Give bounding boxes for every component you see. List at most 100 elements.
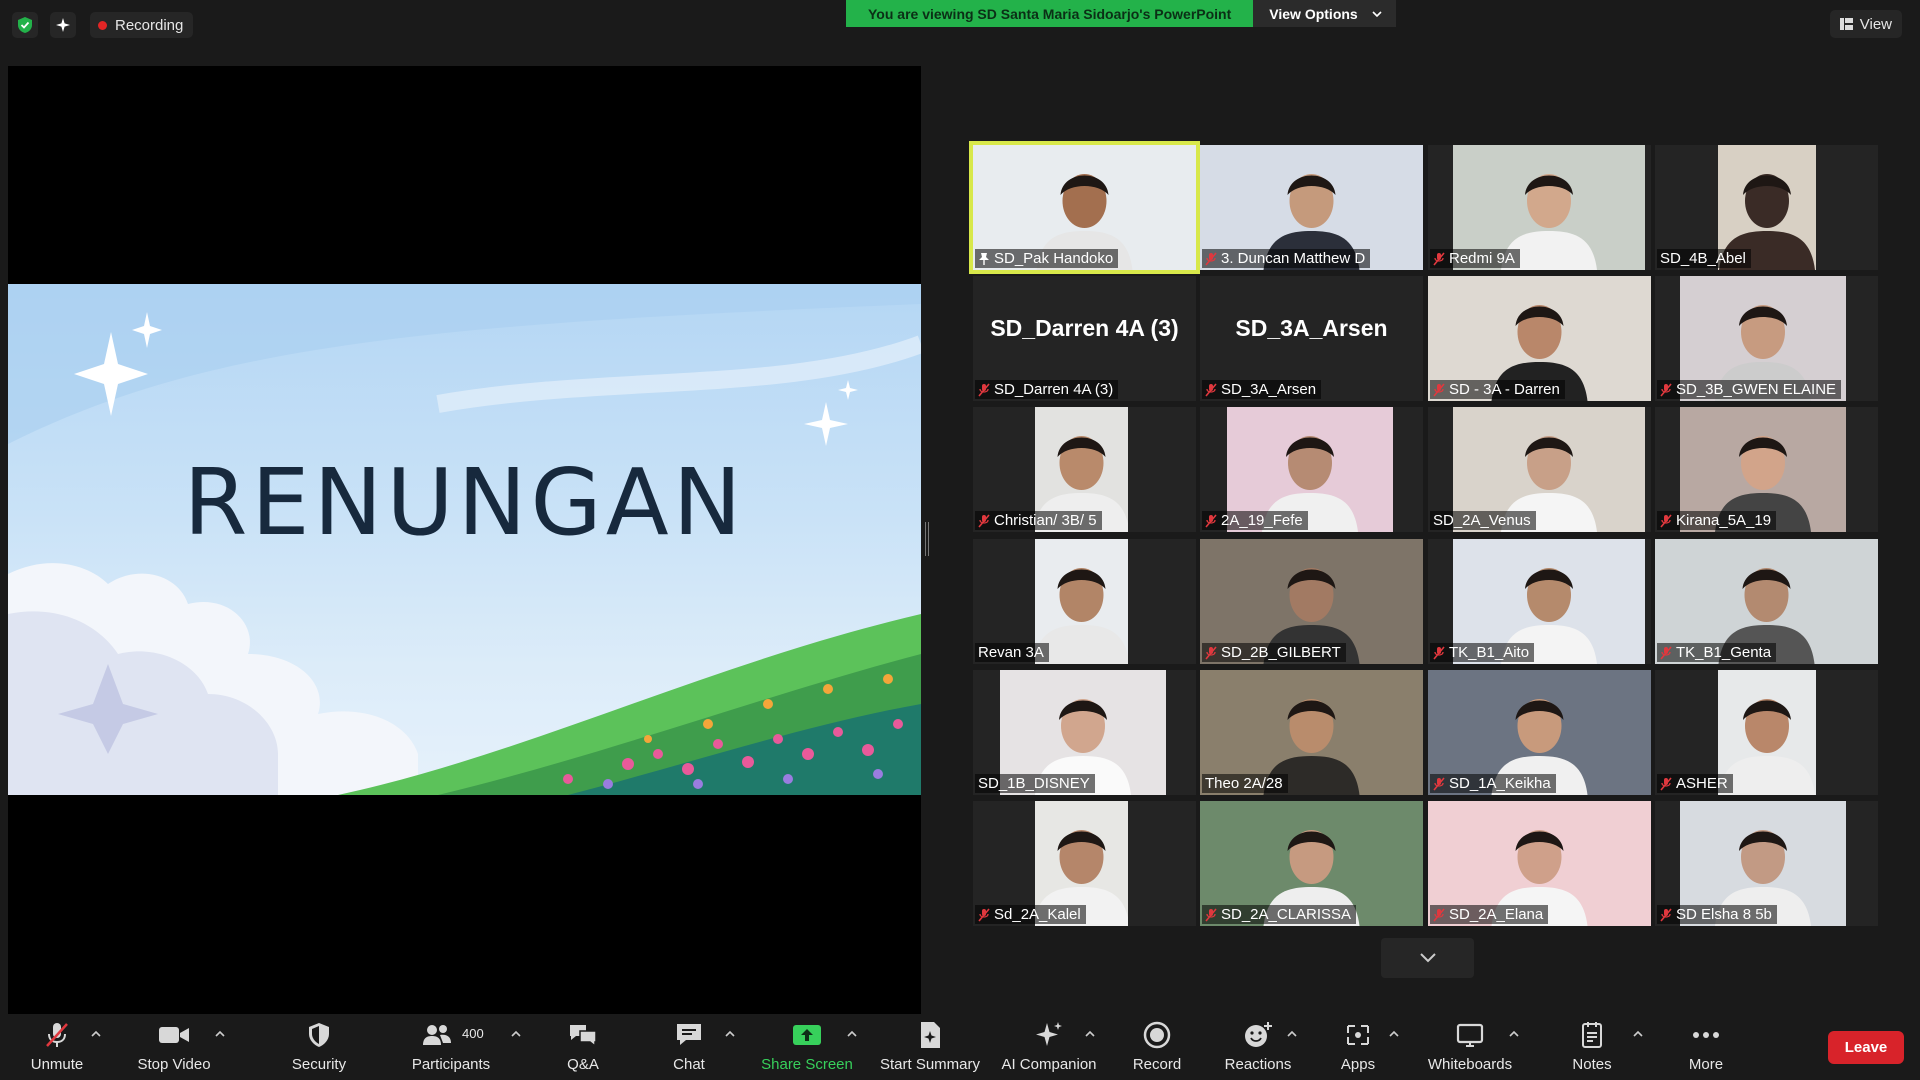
participants-options-caret-icon[interactable]	[510, 1028, 522, 1040]
participant-nameplate: SD_2A_Venus	[1430, 511, 1536, 530]
recording-label: Recording	[115, 16, 184, 34]
participant-nameplate: Christian/ 3B/ 5	[975, 511, 1102, 530]
reactions-label: Reactions	[1224, 1056, 1292, 1073]
participant-tile[interactable]: Christian/ 3B/ 5	[973, 407, 1196, 532]
participant-nameplate: TK_B1_Genta	[1657, 643, 1777, 662]
participant-tile[interactable]: SD_Pak Handoko	[969, 141, 1200, 274]
video-gallery: SD_Pak Handoko 3. Duncan Matthew D Redmi 9…	[969, 141, 1879, 931]
unmute-options-caret-icon[interactable]	[90, 1028, 102, 1040]
participant-tile[interactable]: Theo 2A/28	[1200, 670, 1423, 795]
participant-tile[interactable]: TK_B1_Aito	[1428, 539, 1651, 664]
participant-tile[interactable]: 2A_19_Fefe	[1200, 407, 1423, 532]
participants-button[interactable]: 400 Participants	[408, 1014, 494, 1080]
participant-tile[interactable]: SD_1B_DISNEY	[973, 670, 1196, 795]
share-options-caret-icon[interactable]	[846, 1028, 858, 1040]
start-summary-label: Start Summary	[879, 1056, 981, 1073]
participant-name: Revan 3A	[978, 644, 1044, 661]
share-screen-button[interactable]: Share Screen	[760, 1014, 854, 1080]
participant-name: Sd_2A_Kalel	[994, 906, 1081, 923]
view-label: View	[1859, 15, 1892, 33]
participant-tile[interactable]: SD_3A_Arsen SD_3A_Arsen	[1200, 276, 1423, 401]
participant-tile[interactable]: Revan 3A	[973, 539, 1196, 664]
participant-display-name: SD_Darren 4A (3)	[990, 315, 1179, 341]
ai-sparkle-icon[interactable]	[50, 12, 76, 38]
participant-tile[interactable]: SD_1A_Keikha	[1428, 670, 1651, 795]
encryption-shield-icon[interactable]	[12, 12, 38, 38]
muted-microphone-icon	[1433, 645, 1445, 660]
participant-tile[interactable]: SD - 3A - Darren	[1428, 276, 1651, 401]
more-button[interactable]: More	[1680, 1014, 1732, 1080]
participant-nameplate: Revan 3A	[975, 643, 1049, 662]
view-options-label: View Options	[1269, 5, 1358, 22]
participant-tile[interactable]: SD_2A_Elana	[1428, 801, 1651, 926]
participant-tile[interactable]: Kirana_5A_19	[1655, 407, 1878, 532]
participant-nameplate: SD_2A_CLARISSA	[1202, 905, 1357, 924]
shared-screen[interactable]: RENUNGAN	[8, 66, 921, 1014]
qa-label: Q&A	[567, 1056, 599, 1073]
muted-microphone-icon	[1660, 776, 1672, 791]
participant-tile[interactable]: SD_Darren 4A (3) SD_Darren 4A (3)	[973, 276, 1196, 401]
notes-button[interactable]: Notes	[1568, 1014, 1616, 1080]
video-options-caret-icon[interactable]	[214, 1028, 226, 1040]
participant-tile[interactable]: SD Elsha 8 5b	[1655, 801, 1878, 926]
participant-name: SD_1B_DISNEY	[978, 775, 1090, 792]
participant-nameplate: TK_B1_Aito	[1430, 643, 1535, 662]
participant-name: 2A_19_Fefe	[1221, 512, 1303, 529]
view-button[interactable]: View	[1829, 10, 1902, 38]
participant-name: SD Elsha 8 5b	[1676, 906, 1772, 923]
gallery-next-page-button[interactable]	[1381, 938, 1474, 978]
chat-options-caret-icon[interactable]	[724, 1028, 736, 1040]
whiteboards-options-caret-icon[interactable]	[1508, 1028, 1520, 1040]
muted-microphone-icon	[1660, 907, 1672, 922]
participant-nameplate: SD_2B_GILBERT	[1202, 643, 1346, 662]
qa-button[interactable]: Q&A	[560, 1014, 606, 1080]
recording-indicator[interactable]: Recording	[90, 12, 194, 38]
ai-companion-options-caret-icon[interactable]	[1084, 1028, 1096, 1040]
ai-companion-button[interactable]: AI Companion	[998, 1014, 1100, 1080]
participant-nameplate: ASHER	[1657, 774, 1733, 793]
reactions-button[interactable]: Reactions	[1222, 1014, 1294, 1080]
participant-tile[interactable]: 3. Duncan Matthew D	[1200, 145, 1423, 270]
participant-name: SD_2A_CLARISSA	[1221, 906, 1352, 923]
participant-tile[interactable]: SD_4B_Abel	[1655, 145, 1878, 270]
participant-nameplate: SD_2A_Elana	[1430, 905, 1549, 924]
muted-microphone-icon	[978, 382, 990, 397]
stop-video-label: Stop Video	[137, 1056, 211, 1073]
participant-tile[interactable]: Redmi 9A	[1428, 145, 1651, 270]
muted-microphone-icon	[1205, 907, 1217, 922]
participant-tile[interactable]: ASHER	[1655, 670, 1878, 795]
participant-name: TK_B1_Aito	[1449, 644, 1530, 661]
ai-companion-label: AI Companion	[1001, 1056, 1097, 1073]
reactions-options-caret-icon[interactable]	[1286, 1028, 1298, 1040]
start-summary-button[interactable]: Start Summary	[876, 1014, 984, 1080]
unmute-button[interactable]: Unmute	[24, 1014, 90, 1080]
participant-tile[interactable]: SD_3B_GWEN ELAINE	[1655, 276, 1878, 401]
security-button[interactable]: Security	[288, 1014, 350, 1080]
leave-button[interactable]: Leave	[1828, 1031, 1904, 1064]
participant-tile[interactable]: Sd_2A_Kalel	[973, 801, 1196, 926]
unmute-label: Unmute	[30, 1056, 84, 1073]
apps-button[interactable]: Apps	[1334, 1014, 1382, 1080]
participant-name: SD_3B_GWEN ELAINE	[1676, 381, 1837, 398]
participant-nameplate: SD_1B_DISNEY	[975, 774, 1095, 793]
stop-video-button[interactable]: Stop Video	[132, 1014, 216, 1080]
participant-name: Kirana_5A_19	[1676, 512, 1772, 529]
panel-resize-handle[interactable]	[925, 522, 929, 556]
participant-tile[interactable]: SD_2A_CLARISSA	[1200, 801, 1423, 926]
view-options-button[interactable]: View Options	[1253, 0, 1396, 27]
whiteboards-button[interactable]: Whiteboards	[1424, 1014, 1516, 1080]
chat-button[interactable]: Chat	[666, 1014, 712, 1080]
participants-icon	[423, 1025, 451, 1045]
participant-nameplate: SD - 3A - Darren	[1430, 380, 1565, 399]
participant-name: Christian/ 3B/ 5	[994, 512, 1097, 529]
participant-video	[1035, 539, 1128, 664]
record-button[interactable]: Record	[1128, 1014, 1186, 1080]
participant-name: SD - 3A - Darren	[1449, 381, 1560, 398]
apps-options-caret-icon[interactable]	[1388, 1028, 1400, 1040]
participant-tile[interactable]: SD_2A_Venus	[1428, 407, 1651, 532]
notes-options-caret-icon[interactable]	[1632, 1028, 1644, 1040]
participant-nameplate: Sd_2A_Kalel	[975, 905, 1086, 924]
participant-name: SD_Pak Handoko	[994, 250, 1114, 267]
participant-tile[interactable]: SD_2B_GILBERT	[1200, 539, 1423, 664]
participant-tile[interactable]: TK_B1_Genta	[1655, 539, 1878, 664]
